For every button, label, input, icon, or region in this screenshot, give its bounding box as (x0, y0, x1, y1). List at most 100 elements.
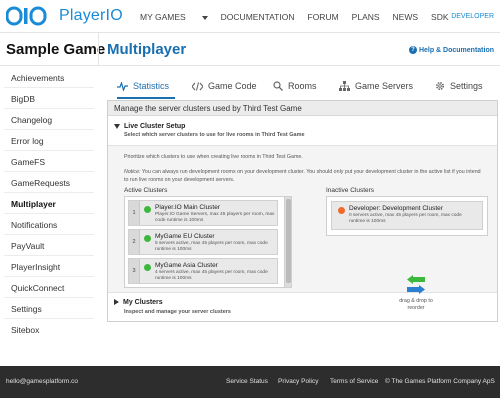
sidebar-item-bigdb[interactable]: BigDB (11, 94, 35, 104)
my-clusters-heading: My Clusters (123, 299, 163, 306)
live-cluster-body: Prioritize which clusters to use when cr… (108, 145, 497, 311)
sidebar-divider (4, 255, 94, 256)
tab-settings[interactable]: Settings (435, 81, 483, 91)
network-icon (339, 81, 350, 91)
sidebar-item-achievements[interactable]: Achievements (11, 73, 64, 83)
tab-game-servers-label: Game Servers (355, 81, 414, 91)
cluster-description: 5 servers active, max 45 players per roo… (155, 241, 268, 252)
cluster-item[interactable]: 1 Player.IO Main Cluster Player.IO Game … (128, 200, 278, 226)
sidebar-item-payvault[interactable]: PayVault (11, 241, 44, 251)
cluster-description: Player.IO Game Servers, max 45 players p… (155, 212, 275, 223)
cluster-order: 2 (129, 230, 140, 254)
sidebar-item-multiplayer[interactable]: Multiplayer (11, 199, 56, 209)
footer-copyright: © The Games Platform Company ApS (385, 378, 495, 385)
tab-bar: Statistics Game Code Rooms Game Servers … (105, 74, 500, 100)
cluster-item[interactable]: 2 MyGame EU Cluster 5 servers active, ma… (128, 229, 278, 255)
sidebar-divider (4, 87, 94, 88)
sidebar-item-playerinsight[interactable]: PlayerInsight (11, 262, 60, 272)
expand-down-icon (114, 123, 120, 129)
footer-service-status[interactable]: Service Status (226, 378, 268, 385)
inactive-clusters-list[interactable]: Developer: Development Cluster 0 servers… (326, 196, 488, 236)
footer: hello@gamesplatform.co Service Status Pr… (0, 366, 500, 398)
cluster-name: Developer: Development Cluster (349, 205, 443, 212)
nav-sdk[interactable]: SDK (431, 12, 448, 22)
tab-game-code[interactable]: Game Code (192, 81, 257, 91)
scrollbar-thumb[interactable] (286, 199, 291, 283)
status-green-icon (144, 264, 151, 271)
footer-email[interactable]: hello@gamesplatform.co (6, 378, 78, 385)
cluster-panel: Manage the server clusters used by Third… (107, 100, 498, 322)
active-list-scrollbar[interactable] (284, 197, 291, 287)
sidebar-item-quickconnect[interactable]: QuickConnect (11, 283, 64, 293)
nav-my-games-label: MY GAMES (140, 12, 186, 22)
gear-icon (435, 81, 445, 91)
cluster-order: 3 (129, 259, 140, 283)
notice-text: Notice: You can always run development r… (124, 168, 484, 184)
nav-my-games[interactable]: MY GAMES (140, 12, 208, 22)
cluster-item[interactable]: Developer: Development Cluster 0 servers… (331, 201, 483, 230)
cluster-name: MyGame Asia Cluster (155, 262, 218, 269)
active-tab-indicator (117, 97, 175, 99)
tab-game-code-label: Game Code (208, 81, 257, 91)
live-cluster-subtitle: Select which server clusters to use for … (124, 132, 305, 138)
cluster-name: Player.IO Main Cluster (155, 204, 221, 211)
sidebar-item-notifications[interactable]: Notifications (11, 220, 57, 230)
sidebar-item-sitebox[interactable]: Sitebox (11, 325, 39, 335)
cluster-description: 0 servers active, max 45 players per roo… (349, 213, 462, 224)
drag-drop-hint: drag & drop to reorder (399, 298, 433, 311)
my-clusters-toggle[interactable]: My Clusters (114, 299, 163, 306)
tab-rooms[interactable]: Rooms (273, 81, 317, 91)
my-clusters-subtitle: Inspect and manage your server clusters (124, 309, 231, 315)
nav-plans[interactable]: PLANS (352, 12, 380, 22)
sidebar-item-gamerequests[interactable]: GameRequests (11, 178, 70, 188)
top-nav: PlayerIO MY GAMES DOCUMENTATION FORUM PL… (0, 0, 500, 33)
cluster-item[interactable]: 3 MyGame Asia Cluster 4 servers active, … (128, 258, 278, 284)
playerio-logo-icon (6, 6, 47, 26)
footer-privacy-policy[interactable]: Privacy Policy (278, 378, 318, 385)
cluster-order: 1 (129, 201, 140, 225)
tab-statistics[interactable]: Statistics (117, 81, 169, 91)
sidebar: Achievements BigDB Changelog Error log G… (0, 67, 98, 367)
notice-body: You can always run development rooms on … (124, 169, 481, 183)
live-cluster-heading: Live Cluster Setup (124, 123, 186, 130)
logo[interactable]: PlayerIO (6, 6, 123, 26)
nav-forum[interactable]: FORUM (308, 12, 339, 22)
sidebar-item-changelog[interactable]: Changelog (11, 115, 52, 125)
sidebar-item-settings[interactable]: Settings (11, 304, 42, 314)
expand-right-icon (114, 299, 119, 306)
pulse-icon (117, 81, 128, 91)
sidebar-divider (4, 234, 94, 235)
drag-drop-arrows-icon (407, 275, 425, 294)
help-documentation-link[interactable]: ? Help & Documentation (408, 46, 494, 54)
game-title[interactable]: Sample Game (6, 41, 105, 58)
sidebar-item-gamefs[interactable]: GameFS (11, 157, 45, 167)
title-bar: Sample Game Multiplayer ? Help & Documen… (0, 33, 500, 66)
page-title: Multiplayer (107, 41, 187, 58)
nav-news[interactable]: NEWS (393, 12, 419, 22)
sidebar-divider (4, 192, 94, 193)
notice-label: Notice: (124, 169, 141, 175)
live-cluster-setup-toggle[interactable]: Live Cluster Setup (114, 123, 185, 130)
status-green-icon (144, 206, 151, 213)
footer-terms-of-service[interactable]: Terms of Service (330, 378, 378, 385)
tab-game-servers[interactable]: Game Servers (339, 81, 413, 91)
title-divider (98, 33, 99, 66)
sidebar-divider (4, 129, 94, 130)
sidebar-divider (4, 276, 94, 277)
help-link-label: Help & Documentation (418, 46, 494, 54)
sidebar-divider (4, 318, 94, 319)
sidebar-divider (4, 150, 94, 151)
sidebar-item-error-log[interactable]: Error log (11, 136, 44, 146)
code-icon (192, 81, 203, 91)
main-nav: MY GAMES DOCUMENTATION FORUM PLANS NEWS … (140, 12, 462, 22)
status-green-icon (144, 235, 151, 242)
active-clusters-list[interactable]: 1 Player.IO Main Cluster Player.IO Game … (124, 196, 292, 288)
help-icon: ? (408, 46, 417, 54)
sidebar-divider (4, 108, 94, 109)
developer-link[interactable]: DEVELOPER (451, 13, 494, 20)
tab-rooms-label: Rooms (288, 81, 317, 91)
intro-text: Prioritize which clusters to use when cr… (124, 154, 303, 160)
nav-documentation[interactable]: DOCUMENTATION (221, 12, 295, 22)
sidebar-divider (4, 297, 94, 298)
cluster-name: MyGame EU Cluster (155, 233, 215, 240)
